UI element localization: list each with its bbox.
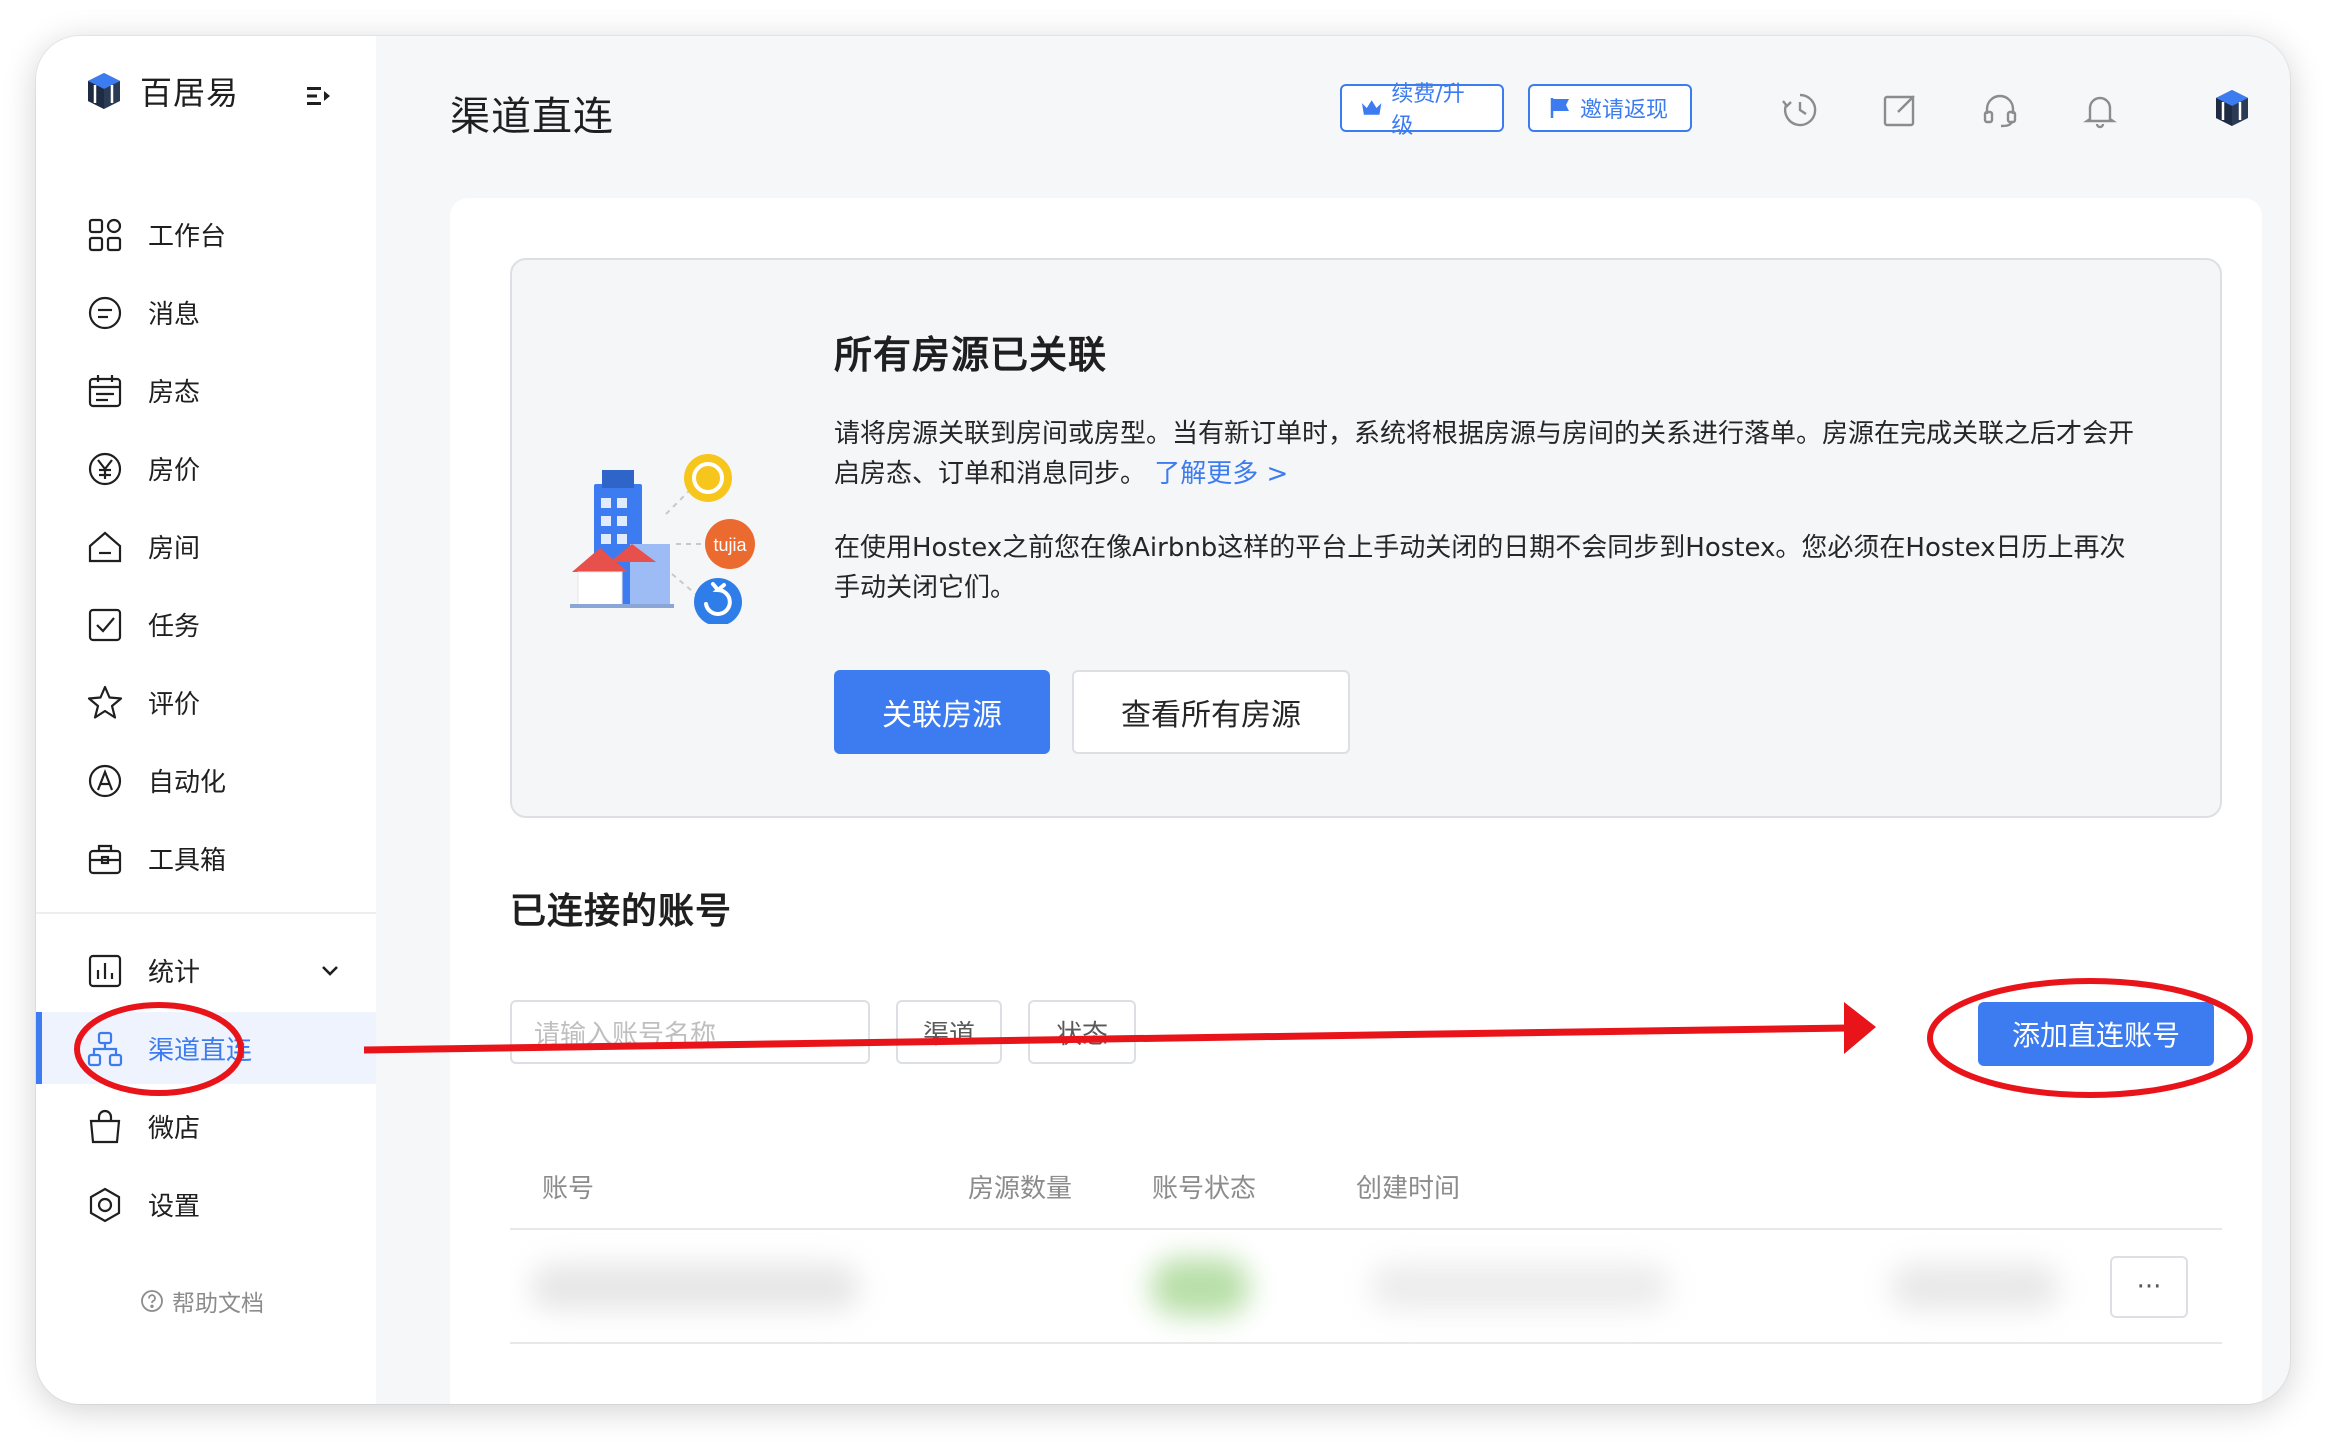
learn-more-link[interactable]: 了解更多 > xyxy=(1154,459,1288,489)
channel-icon xyxy=(87,1031,123,1067)
info-paragraph-2: 在使用Hostex之前您在像Airbnb这样的平台上手动关闭的日期不会同步到Ho… xyxy=(834,533,2126,603)
sidebar-item-room-status[interactable]: 房态 xyxy=(36,354,376,426)
sidebar-item-automation[interactable]: 自动化 xyxy=(36,744,376,816)
main-content-card: tujia 所有房源已关联 请将房源关联到房间或房型。当有新订单时，系统将根据房… xyxy=(450,198,2262,1404)
star-icon xyxy=(87,685,123,719)
crown-icon xyxy=(1361,100,1382,115)
page-title: 渠道直连 xyxy=(450,94,614,140)
flag-icon xyxy=(1550,98,1569,118)
linked-properties-info-box: tujia 所有房源已关联 请将房源关联到房间或房型。当有新订单时，系统将根据房… xyxy=(510,258,2222,818)
blurred-action-text xyxy=(1890,1264,2060,1310)
home-icon xyxy=(88,531,122,563)
toolbox-icon xyxy=(88,844,122,875)
app-window: 百居易 工作台 消息 房态 房价 房间 任务 评价 自动化 工具箱 统计 渠道直… xyxy=(36,36,2290,1404)
table-row[interactable] xyxy=(510,1232,2222,1342)
connected-accounts-title: 已连接的账号 xyxy=(510,891,733,932)
sidebar-item-statistics[interactable]: 统计 xyxy=(36,934,376,1006)
invite-cashback-button[interactable]: 邀请返现 xyxy=(1528,84,1692,132)
help-docs-link[interactable]: 帮助文档 xyxy=(140,1284,264,1318)
sidebar-item-label: 房间 xyxy=(148,533,201,564)
blurred-status-badge xyxy=(1150,1258,1250,1316)
sidebar-item-label: 工作台 xyxy=(148,221,227,252)
add-direct-account-button[interactable]: 添加直连账号 xyxy=(1978,1002,2214,1066)
renew-upgrade-button[interactable]: 续费/升级 xyxy=(1340,82,1504,139)
channel-filter-select[interactable]: 渠道 xyxy=(896,1000,1002,1064)
sidebar-item-label: 消息 xyxy=(148,299,201,330)
sidebar-item-reviews[interactable]: 评价 xyxy=(36,666,376,738)
sidebar-item-label: 房态 xyxy=(148,377,201,408)
sidebar-item-label: 房价 xyxy=(148,455,201,486)
tujia-badge-text: tujia xyxy=(713,535,747,555)
blurred-created-time xyxy=(1370,1264,1670,1310)
task-check-icon xyxy=(88,608,122,642)
sidebar-item-tasks[interactable]: 任务 xyxy=(36,588,376,660)
brand-cube-icon xyxy=(88,73,120,109)
sidebar-item-label: 工具箱 xyxy=(148,845,227,876)
sidebar-item-label: 微店 xyxy=(148,1113,201,1144)
help-circle-icon xyxy=(141,1290,163,1312)
sidebar-divider xyxy=(36,912,376,914)
sidebar-item-rooms[interactable]: 房间 xyxy=(36,510,376,582)
history-clock-icon[interactable] xyxy=(1780,90,1820,130)
sidebar-item-shop[interactable]: 微店 xyxy=(36,1090,376,1162)
table-row-divider xyxy=(510,1342,2222,1344)
settings-icon xyxy=(89,1187,121,1223)
account-search-input[interactable]: 请输入账号名称 xyxy=(510,1000,870,1064)
view-all-properties-button[interactable]: 查看所有房源 xyxy=(1072,670,1350,754)
info-paragraph-1-text: 请将房源关联到房间或房型。当有新订单时，系统将根据房源与房间的关系进行落单。房源… xyxy=(834,419,2135,489)
shop-icon xyxy=(89,1109,121,1144)
sidebar-item-label: 任务 xyxy=(148,611,201,642)
sidebar-item-label: 统计 xyxy=(148,957,201,988)
user-avatar-cube-icon[interactable] xyxy=(2210,86,2254,130)
dashboard-icon xyxy=(88,218,122,252)
sidebar-item-toolbox[interactable]: 工具箱 xyxy=(36,822,376,894)
table-header-divider xyxy=(510,1228,2222,1230)
status-filter-select[interactable]: 状态 xyxy=(1028,1000,1136,1064)
column-header-created-time: 创建时间 xyxy=(1356,1174,1461,1204)
yen-icon xyxy=(88,452,122,486)
sidebar-item-settings[interactable]: 设置 xyxy=(36,1168,376,1240)
sidebar-item-messages[interactable]: 消息 xyxy=(36,276,376,348)
help-docs-label: 帮助文档 xyxy=(172,1291,264,1317)
collapse-menu-icon xyxy=(307,87,330,105)
invite-cashback-label: 邀请返现 xyxy=(1580,98,1669,123)
stats-icon xyxy=(88,954,122,988)
search-placeholder: 请输入账号名称 xyxy=(534,1019,717,1050)
headset-support-icon[interactable] xyxy=(1980,90,2020,130)
link-properties-button[interactable]: 关联房源 xyxy=(834,670,1050,754)
column-header-account: 账号 xyxy=(542,1174,595,1204)
sidebar-item-label: 自动化 xyxy=(148,767,227,798)
column-header-property-count: 房源数量 xyxy=(968,1174,1073,1204)
calendar-icon xyxy=(88,375,122,408)
sidebar-item-label: 渠道直连 xyxy=(148,1035,253,1066)
collapse-sidebar-button[interactable] xyxy=(298,76,338,116)
sidebar: 百居易 工作台 消息 房态 房价 房间 任务 评价 自动化 工具箱 统计 渠道直… xyxy=(36,36,376,1404)
sidebar-item-dashboard[interactable]: 工作台 xyxy=(36,198,376,270)
sidebar-item-channel-direct[interactable]: 渠道直连 xyxy=(36,1012,376,1084)
properties-illustration: tujia xyxy=(570,454,755,624)
sidebar-item-price[interactable]: 房价 xyxy=(36,432,376,504)
sidebar-item-label: 评价 xyxy=(148,689,201,720)
bell-notification-icon[interactable] xyxy=(2080,90,2120,130)
renew-upgrade-label: 续费/升级 xyxy=(1391,82,1465,139)
message-icon xyxy=(88,296,122,330)
brand-logo[interactable]: 百居易 xyxy=(82,68,239,114)
column-header-account-status: 账号状态 xyxy=(1152,1174,1257,1204)
automation-icon xyxy=(88,764,122,798)
brand-name: 百居易 xyxy=(140,74,240,112)
info-title: 所有房源已关联 xyxy=(834,333,1108,377)
info-paragraph-1: 请将房源关联到房间或房型。当有新订单时，系统将根据房源与房间的关系进行落单。房源… xyxy=(834,414,2134,494)
edit-note-icon[interactable] xyxy=(1880,90,1920,130)
chevron-down-icon xyxy=(322,966,338,976)
blurred-account-name xyxy=(530,1264,860,1310)
row-more-actions-button[interactable]: ··· xyxy=(2110,1256,2188,1318)
sidebar-item-label: 设置 xyxy=(148,1191,201,1222)
